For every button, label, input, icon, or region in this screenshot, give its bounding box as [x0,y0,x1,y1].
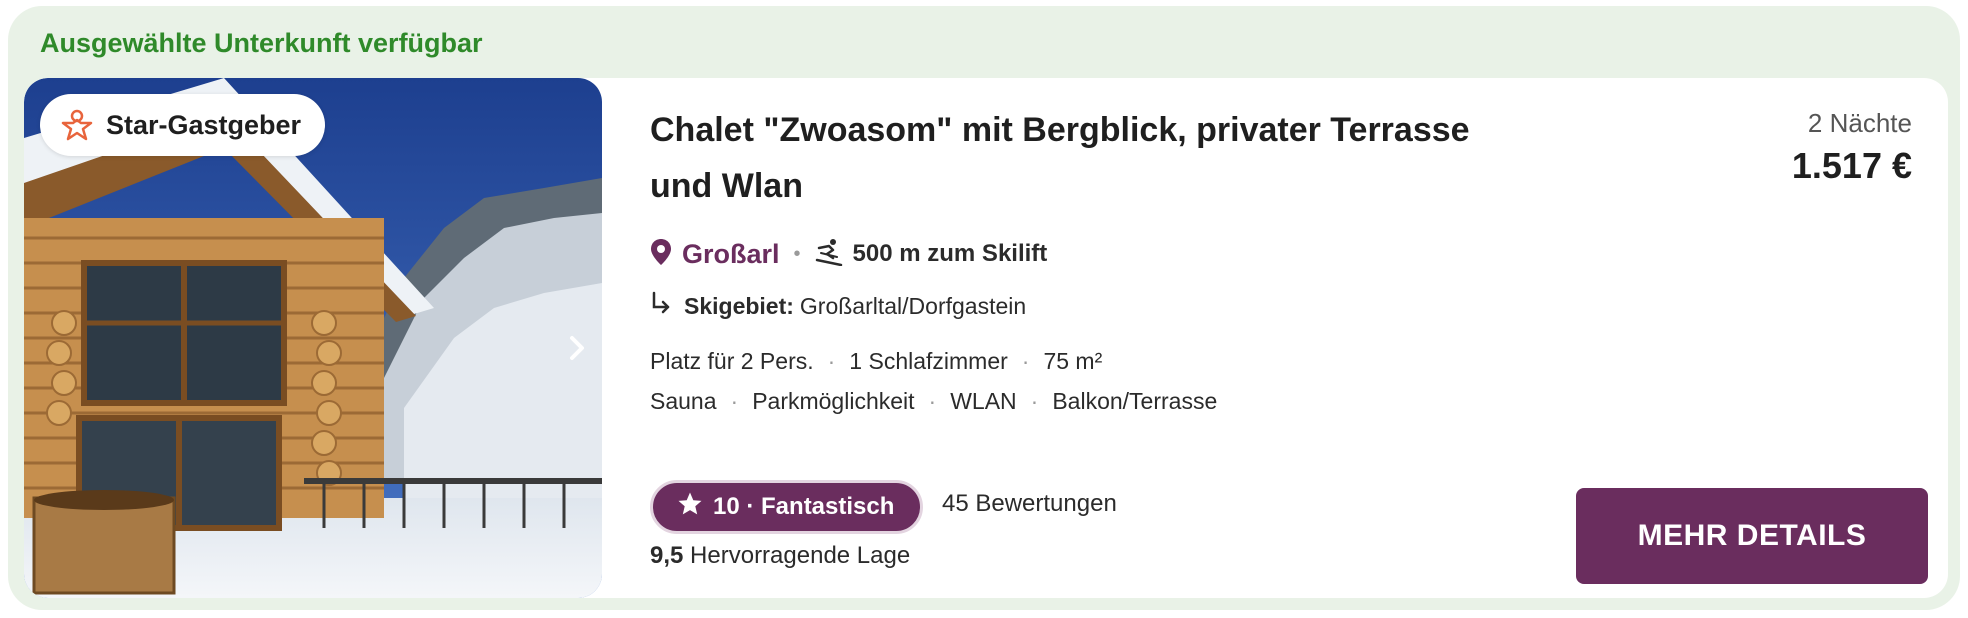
amenity-parking: Parkmöglichkeit [752,387,915,414]
ski-area-row: Skigebiet: Großarltal/Dorfgastein [650,288,1026,324]
rating-badge[interactable]: 10 · Fantastisch [650,480,924,534]
star-host-badge: Star-Gastgeber [40,94,326,156]
separator-dot: · [1030,387,1039,414]
nights-count: 2 Nächte [1807,108,1912,138]
separator-dot: · [928,387,937,414]
badge-label: Star-Gastgeber [106,109,302,140]
skier-icon [815,238,843,271]
price-block: 2 Nächte 1.517 € [1792,108,1912,187]
listing-title[interactable]: Chalet "Zwoasom" mit Bergblick, privater… [650,102,1530,214]
amenity-wlan: WLAN [950,387,1017,414]
listing-card[interactable]: Star-Gastgeber Chalet "Zwoasom" mit Berg… [24,78,1948,598]
listing-photo[interactable]: Star-Gastgeber [24,78,602,598]
star-host-icon [60,108,94,142]
ski-area-value: Großarltal/Dorfgastein [799,292,1027,319]
separator-dot: · [1021,347,1030,374]
amenity-balcony: Balkon/Terrasse [1052,387,1218,414]
review-count[interactable]: 45 Bewertungen [942,490,1117,518]
more-details-button[interactable]: MEHR DETAILS [1576,488,1928,584]
featured-heading: Ausgewählte Unterkunft verfügbar [40,28,483,58]
total-price: 1.517 € [1791,145,1912,186]
gallery-next-button[interactable] [564,328,590,368]
separator-dot: • [793,242,801,265]
chalet-image [24,78,602,598]
fact-guests: Platz für 2 Pers. [650,347,814,374]
arrow-turn-icon [650,291,672,321]
separator-dot: · [827,347,836,374]
ski-area-label: Skigebiet: [684,292,794,319]
facts-row: Platz für 2 Pers. · 1 Schlafzimmer · 75 … [650,344,1102,378]
star-icon [677,491,703,524]
location-score: 9,5 [650,542,684,569]
location-row: Großarl • 500 m zum Skilift [650,234,1047,274]
skilift-distance: 500 m zum Skilift [852,240,1048,267]
featured-listing-container: Ausgewählte Unterkunft verfügbar Star-Ga… [8,6,1960,610]
fact-bedrooms: 1 Schlafzimmer [849,347,1008,374]
location-score-text: Hervorragende Lage [690,542,911,569]
chevron-right-icon [570,336,584,360]
listing-info: Chalet "Zwoasom" mit Bergblick, privater… [650,78,1550,598]
rating-label: 10 · Fantastisch [713,493,895,520]
amenity-sauna: Sauna [650,387,717,414]
map-pin-icon [650,238,672,271]
amenities-row: Sauna · Parkmöglichkeit · WLAN · Balkon/… [650,384,1217,418]
city-name: Großarl [682,238,780,269]
location-score-row: 9,5 Hervorragende Lage [650,542,910,570]
fact-area: 75 m² [1043,347,1103,374]
separator-dot: · [730,387,739,414]
